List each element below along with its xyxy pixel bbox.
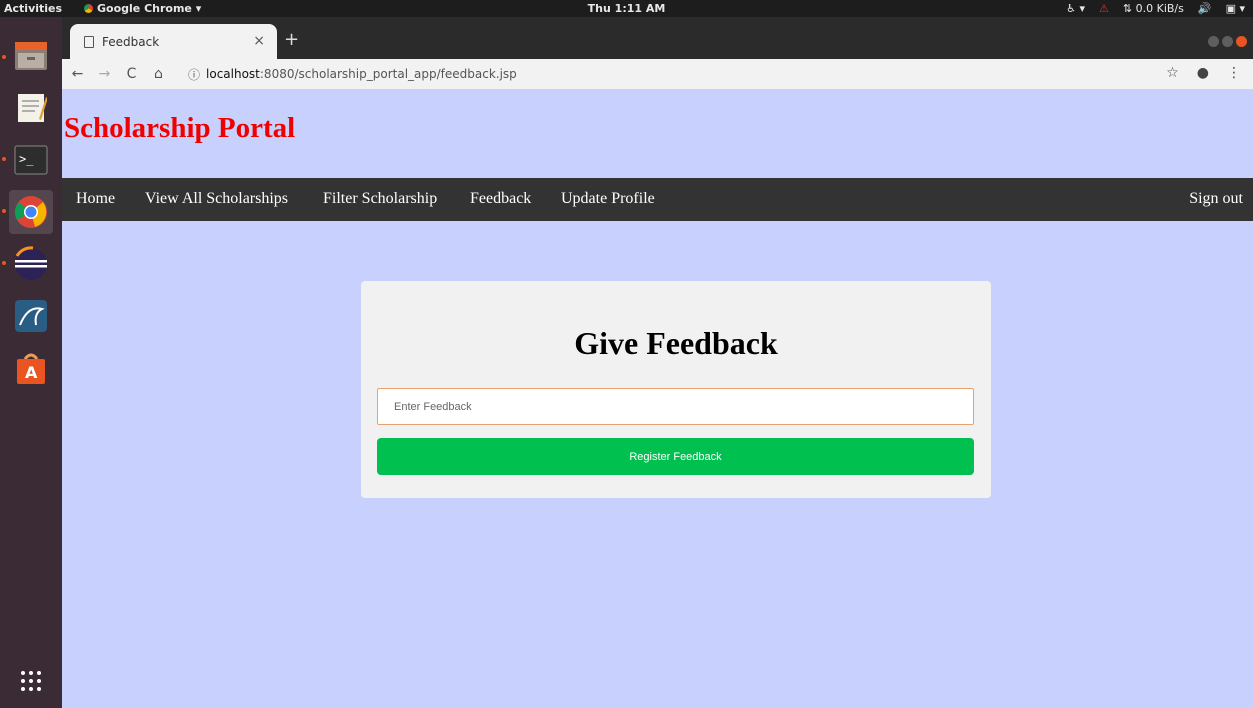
menu-kebab-icon[interactable]: ⋮ bbox=[1227, 65, 1241, 81]
form-title: Give Feedback bbox=[574, 325, 778, 361]
register-feedback-button[interactable]: Register Feedback bbox=[377, 438, 974, 475]
warning-icon[interactable]: ⚠ bbox=[1099, 2, 1109, 15]
activities-button[interactable]: Activities bbox=[4, 2, 62, 15]
launcher-dock: >_ A bbox=[0, 17, 62, 708]
close-tab-icon[interactable]: × bbox=[253, 33, 265, 49]
page-icon bbox=[84, 35, 94, 48]
tab-title: Feedback bbox=[102, 34, 160, 49]
network-arrows-icon: ⇅ bbox=[1122, 2, 1133, 15]
window-controls bbox=[1208, 36, 1247, 47]
running-indicator bbox=[2, 209, 6, 213]
running-indicator bbox=[2, 55, 6, 59]
chrome-icon bbox=[84, 4, 93, 13]
browser-toolbar: ← → C ⌂ ⓘ localhost:8080/scholarship_por… bbox=[62, 59, 1253, 90]
nav-home[interactable]: Home bbox=[76, 190, 115, 208]
url-host: localhost bbox=[206, 67, 260, 81]
close-window-button[interactable] bbox=[1236, 36, 1247, 47]
site-navbar: Home View All Scholarships Filter Schola… bbox=[62, 178, 1253, 221]
profile-icon[interactable]: ● bbox=[1197, 65, 1209, 81]
running-indicator bbox=[2, 261, 6, 265]
url-path: :8080/scholarship_portal_app/feedback.js… bbox=[259, 67, 517, 81]
site-brand[interactable]: Scholarship Portal bbox=[64, 112, 295, 145]
nav-feedback[interactable]: Feedback bbox=[470, 190, 531, 208]
svg-text:>_: >_ bbox=[19, 152, 34, 166]
mysql-workbench-icon[interactable] bbox=[9, 294, 53, 338]
battery-icon[interactable]: ▣ ▾ bbox=[1226, 2, 1245, 15]
running-indicator bbox=[2, 157, 6, 161]
new-tab-button[interactable]: + bbox=[284, 29, 299, 50]
maximize-button[interactable] bbox=[1222, 36, 1233, 47]
tab-feedback[interactable]: Feedback × bbox=[70, 24, 277, 59]
network-speed-text: 0.0 KiB/s bbox=[1135, 2, 1184, 15]
nav-filter-scholarship[interactable]: Filter Scholarship bbox=[323, 190, 437, 208]
files-icon[interactable] bbox=[9, 34, 53, 78]
home-icon[interactable]: ⌂ bbox=[147, 66, 170, 82]
info-icon[interactable]: ⓘ bbox=[188, 66, 200, 83]
terminal-icon[interactable]: >_ bbox=[9, 138, 53, 182]
bookmark-star-icon[interactable]: ☆ bbox=[1166, 65, 1179, 81]
page-content: Scholarship Portal Home View All Scholar… bbox=[62, 90, 1253, 708]
app-menu[interactable]: Google Chrome ▾ bbox=[84, 2, 201, 15]
text-editor-icon[interactable] bbox=[9, 86, 53, 130]
volume-icon[interactable]: 🔊 bbox=[1198, 2, 1212, 15]
eclipse-icon[interactable] bbox=[9, 242, 53, 286]
minimize-button[interactable] bbox=[1208, 36, 1219, 47]
nav-sign-out[interactable]: Sign out bbox=[1189, 190, 1243, 208]
chrome-dock-icon[interactable] bbox=[9, 190, 53, 234]
browser-tab-strip: Feedback × + bbox=[62, 17, 1253, 59]
nav-update-profile[interactable]: Update Profile bbox=[561, 190, 655, 208]
software-center-icon[interactable]: A bbox=[9, 346, 53, 390]
reload-icon[interactable]: C bbox=[120, 66, 143, 82]
app-menu-label: Google Chrome ▾ bbox=[97, 2, 202, 15]
address-bar[interactable]: ⓘ localhost:8080/scholarship_portal_app/… bbox=[188, 66, 517, 83]
forward-icon[interactable]: → bbox=[93, 66, 116, 82]
network-speed: ⇅ 0.0 KiB/s bbox=[1123, 2, 1184, 15]
show-apps-icon[interactable] bbox=[9, 659, 53, 703]
back-icon[interactable]: ← bbox=[66, 66, 89, 82]
accessibility-icon[interactable]: ♿ ▾ bbox=[1066, 2, 1085, 15]
nav-view-all-scholarships[interactable]: View All Scholarships bbox=[145, 190, 288, 208]
svg-text:A: A bbox=[25, 363, 38, 382]
feedback-card: Give Feedback Register Feedback bbox=[361, 281, 991, 498]
system-tray[interactable]: ♿ ▾ ⚠ ⇅ 0.0 KiB/s 🔊 ▣ ▾ bbox=[1066, 2, 1245, 15]
system-top-bar: Activities Google Chrome ▾ Thu 1:11 AM ♿… bbox=[0, 0, 1253, 17]
feedback-input[interactable] bbox=[377, 388, 974, 425]
